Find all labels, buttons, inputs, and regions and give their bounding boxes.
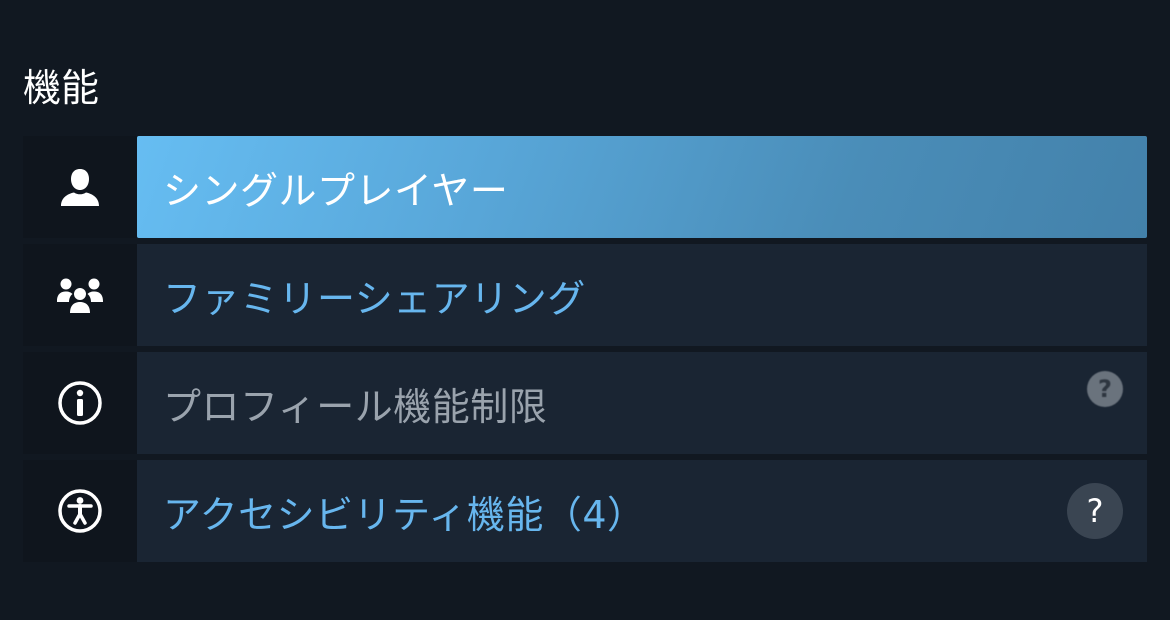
- info-icon: [58, 381, 102, 425]
- feature-row-family-sharing[interactable]: ファミリーシェアリング: [23, 244, 1147, 346]
- help-button[interactable]: ?: [1087, 371, 1123, 407]
- feature-row-single-player[interactable]: シングルプレイヤー: [23, 136, 1147, 238]
- feature-label-cell[interactable]: ファミリーシェアリング: [137, 244, 1147, 346]
- accessibility-icon: [58, 489, 102, 533]
- section-title: 機能: [23, 66, 100, 110]
- feature-label: シングルプレイヤー: [163, 168, 509, 213]
- help-button[interactable]: ?: [1067, 483, 1123, 539]
- feature-label: ファミリーシェアリング: [163, 276, 586, 321]
- feature-label-cell[interactable]: アクセシビリティ機能（4） ?: [137, 460, 1147, 562]
- feature-row-accessibility[interactable]: アクセシビリティ機能（4） ?: [23, 460, 1147, 562]
- feature-label: アクセシビリティ機能（4）: [163, 492, 646, 537]
- family-sharing-icon: [57, 278, 103, 313]
- feature-label: プロフィール機能制限: [163, 384, 548, 429]
- icon-cell: [23, 460, 137, 562]
- feature-label-cell[interactable]: シングルプレイヤー: [137, 136, 1147, 238]
- feature-row-profile-restriction[interactable]: プロフィール機能制限 ?: [23, 352, 1147, 454]
- icon-cell: [23, 136, 137, 238]
- single-player-icon: [61, 169, 99, 206]
- icon-cell: [23, 352, 137, 454]
- feature-list: シングルプレイヤー ファミリーシェアリング プロフィール機能制限 ? アクセシビ…: [23, 136, 1147, 562]
- feature-label-cell[interactable]: プロフィール機能制限 ?: [137, 352, 1147, 454]
- icon-cell: [23, 244, 137, 346]
